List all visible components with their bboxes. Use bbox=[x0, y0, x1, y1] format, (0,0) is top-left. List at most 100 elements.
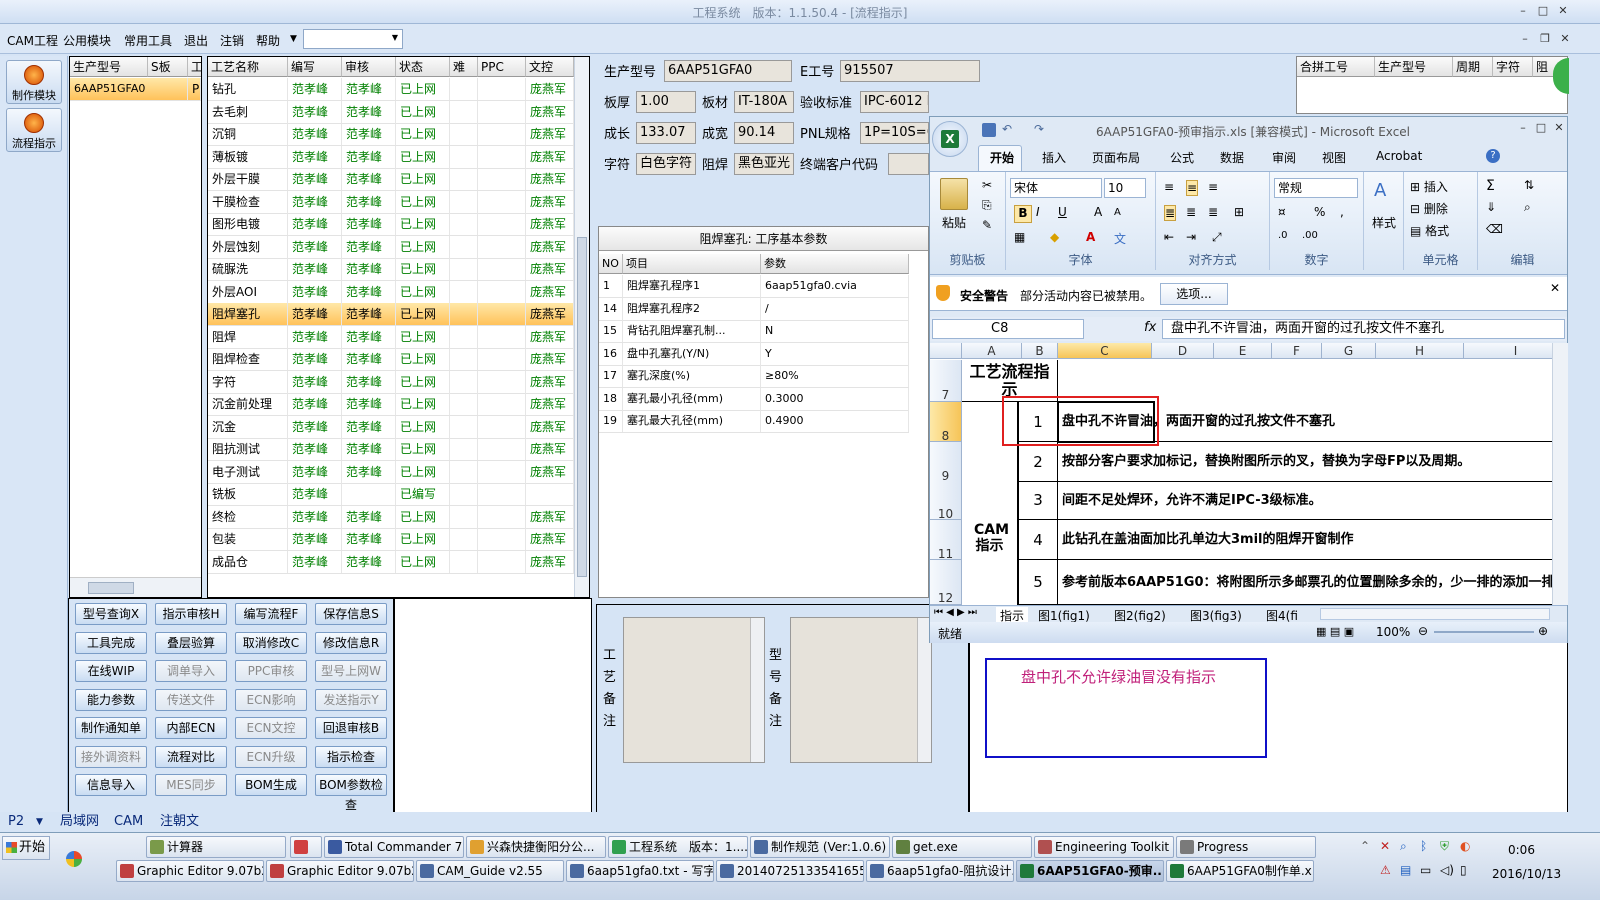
styles-label[interactable]: 样式 bbox=[1372, 214, 1396, 231]
excel-minimize-icon[interactable]: – bbox=[1516, 121, 1530, 135]
column-header[interactable]: B bbox=[1022, 343, 1058, 359]
minimize-icon[interactable]: – bbox=[1516, 4, 1530, 18]
tray-search-icon[interactable]: ⌕ bbox=[1400, 839, 1407, 854]
zoom-slider[interactable] bbox=[1434, 631, 1534, 633]
table-row[interactable]: 19 塞孔最大孔径(mm) 0.4900 bbox=[599, 410, 909, 433]
action-button[interactable]: 编写流程F bbox=[235, 603, 307, 625]
table-row[interactable]: 去毛刺 范孝峰 范孝峰 已上网 庞燕军 bbox=[208, 100, 574, 124]
col-header[interactable]: 审核 bbox=[342, 57, 396, 77]
name-box[interactable]: C8 bbox=[932, 319, 1084, 339]
process-remark-textarea[interactable] bbox=[623, 617, 765, 763]
underline-icon[interactable]: U bbox=[1058, 205, 1067, 219]
paste-label[interactable]: 粘贴 bbox=[942, 214, 966, 231]
action-button[interactable]: 型号查询X bbox=[75, 603, 147, 625]
font-name-select[interactable]: 宋体 bbox=[1010, 178, 1102, 198]
length-field[interactable]: 133.07 bbox=[636, 122, 696, 144]
col-header[interactable]: 状态 bbox=[396, 57, 450, 77]
action-button[interactable]: 叠层验算 bbox=[155, 631, 227, 654]
mdi-close-icon[interactable]: ✕ bbox=[1558, 32, 1572, 46]
action-button[interactable]: 型号上网W bbox=[315, 660, 387, 682]
column-header[interactable]: G bbox=[1322, 343, 1376, 359]
menu-cam[interactable]: CAM工程 bbox=[7, 32, 58, 49]
align-middle-icon[interactable]: ≡ bbox=[1186, 180, 1199, 196]
col-header[interactable]: 字符 bbox=[1493, 57, 1533, 77]
taskbar-item[interactable]: Graphic Editor 9.07b2 (... bbox=[266, 860, 414, 882]
align-center-icon[interactable]: ≣ bbox=[1186, 205, 1196, 219]
column-header[interactable]: A bbox=[962, 343, 1022, 359]
menu-dropdown[interactable]: ▼ bbox=[303, 29, 403, 49]
tab-acrobat[interactable]: Acrobat bbox=[1376, 149, 1422, 163]
status-user[interactable]: 注朝文 bbox=[160, 813, 199, 831]
action-button[interactable]: 内部ECN bbox=[155, 717, 227, 739]
row-header[interactable]: 10 bbox=[930, 481, 962, 521]
decrease-decimal-icon[interactable]: .00 bbox=[1302, 230, 1318, 241]
increase-indent-icon[interactable]: ⇥ bbox=[1186, 230, 1196, 244]
action-button[interactable]: 回退审核B bbox=[315, 717, 387, 739]
percent-icon[interactable]: % bbox=[1314, 205, 1325, 219]
taskbar-item[interactable]: 工程系统 版本：1.... bbox=[608, 836, 748, 858]
copy-icon[interactable]: ⎘ bbox=[982, 198, 992, 213]
action-button[interactable]: 取消修改C bbox=[235, 631, 307, 654]
phonetic-icon[interactable]: 文 bbox=[1114, 230, 1126, 247]
row-header[interactable]: 12 bbox=[930, 560, 962, 605]
col-header[interactable]: PPC bbox=[478, 57, 526, 77]
column-header[interactable]: D bbox=[1152, 343, 1214, 359]
paste-icon[interactable] bbox=[940, 178, 968, 210]
col-header[interactable]: 参数 bbox=[761, 254, 909, 274]
table-row[interactable]: 阻焊检查 范孝峰 范孝峰 已上网 庞燕军 bbox=[208, 348, 574, 371]
action-button[interactable]: 工具完成 bbox=[75, 631, 147, 654]
taskbar-item[interactable]: 6aap51gfa0.txt - 写字板 bbox=[566, 860, 714, 882]
table-row[interactable]: 17 塞孔深度(%) ≥80% bbox=[599, 365, 909, 388]
align-top-icon[interactable]: ≡ bbox=[1164, 180, 1174, 194]
action-button[interactable]: 传送文件 bbox=[155, 688, 227, 711]
col-header[interactable]: 项目 bbox=[623, 254, 761, 274]
bluetooth-icon[interactable]: ᛒ bbox=[1420, 839, 1427, 853]
table-row[interactable]: 外层蚀刻 范孝峰 范孝峰 已上网 庞燕军 bbox=[208, 235, 574, 259]
excel-vscroll[interactable] bbox=[1552, 343, 1568, 605]
action-button[interactable]: 流程对比 bbox=[155, 745, 227, 768]
thickness-field[interactable]: 1.00 bbox=[636, 91, 696, 113]
save-icon[interactable] bbox=[982, 123, 996, 137]
table-row[interactable]: 沉金前处理 范孝峰 范孝峰 已上网 庞燕军 bbox=[208, 393, 574, 416]
col-header[interactable]: 生产型号 bbox=[70, 57, 148, 77]
status-cam[interactable]: CAM bbox=[114, 813, 143, 831]
security-options-button[interactable]: 选项... bbox=[1160, 283, 1228, 305]
quicklaunch-icon[interactable] bbox=[66, 851, 82, 867]
delete-cells-button[interactable]: ⊟ 删除 bbox=[1410, 200, 1448, 217]
table-row[interactable]: 阻焊 范孝峰 范孝峰 已上网 庞燕军 bbox=[208, 325, 574, 349]
table-row[interactable]: 阻焊塞孔 范孝峰 范孝峰 已上网 庞燕军 bbox=[208, 303, 574, 326]
table-row[interactable]: 1 阻焊塞孔程序1 6aap51gfa0.cvia bbox=[599, 275, 909, 298]
table-row[interactable]: 电子测试 范孝峰 范孝峰 已上网 庞燕军 bbox=[208, 460, 574, 484]
shrink-font-icon[interactable]: A bbox=[1114, 207, 1121, 218]
decrease-indent-icon[interactable]: ⇤ bbox=[1164, 230, 1174, 244]
table-row[interactable]: 薄板镀 范孝峰 范孝峰 已上网 庞燕军 bbox=[208, 145, 574, 169]
currency-icon[interactable]: ¤ bbox=[1278, 205, 1286, 219]
clock-date[interactable]: 2016/10/13 bbox=[1492, 867, 1561, 881]
tab-view[interactable]: 视图 bbox=[1322, 149, 1346, 166]
help-icon[interactable]: ? bbox=[1486, 149, 1500, 163]
select-all[interactable] bbox=[930, 343, 962, 359]
nav-process-guide[interactable]: 流程指示 bbox=[6, 108, 62, 152]
clear-icon[interactable]: ⌫ bbox=[1486, 222, 1503, 236]
menu-public[interactable]: 公用模块 bbox=[63, 32, 111, 49]
taskbar-item[interactable] bbox=[290, 836, 322, 858]
action-button[interactable]: 指示检查 bbox=[315, 745, 387, 768]
cut-icon[interactable]: ✂ bbox=[982, 178, 992, 192]
action-button[interactable]: PPC审核 bbox=[235, 660, 307, 682]
material-field[interactable]: IT-180A bbox=[734, 91, 794, 113]
network-icon[interactable]: ▤ bbox=[1400, 863, 1411, 877]
tab-review[interactable]: 审阅 bbox=[1272, 149, 1296, 166]
table-row[interactable]: 成品仓 范孝峰 范孝峰 已上网 庞燕军 bbox=[208, 550, 574, 574]
col-header[interactable]: 编写 bbox=[288, 57, 342, 77]
tab-data[interactable]: 数据 bbox=[1220, 149, 1244, 166]
taskbar-item[interactable]: Total Commander 7.0... bbox=[324, 836, 464, 858]
bold-icon[interactable]: B bbox=[1014, 205, 1032, 223]
menu-logout[interactable]: 注销 bbox=[220, 32, 244, 49]
row-header[interactable]: 8 bbox=[930, 402, 962, 443]
col-header[interactable]: 文控 bbox=[526, 57, 574, 77]
tray-expand-icon[interactable]: ⌃ bbox=[1360, 839, 1370, 853]
item-text[interactable]: 此钻孔在盖油面加比孔单边大3mil的阻焊开窗制作 bbox=[1058, 520, 1553, 560]
taskbar-item[interactable]: 20140725133541655.r... bbox=[716, 860, 864, 882]
increase-decimal-icon[interactable]: .0 bbox=[1278, 230, 1288, 241]
col-header[interactable]: 生产型号 bbox=[1375, 57, 1453, 77]
